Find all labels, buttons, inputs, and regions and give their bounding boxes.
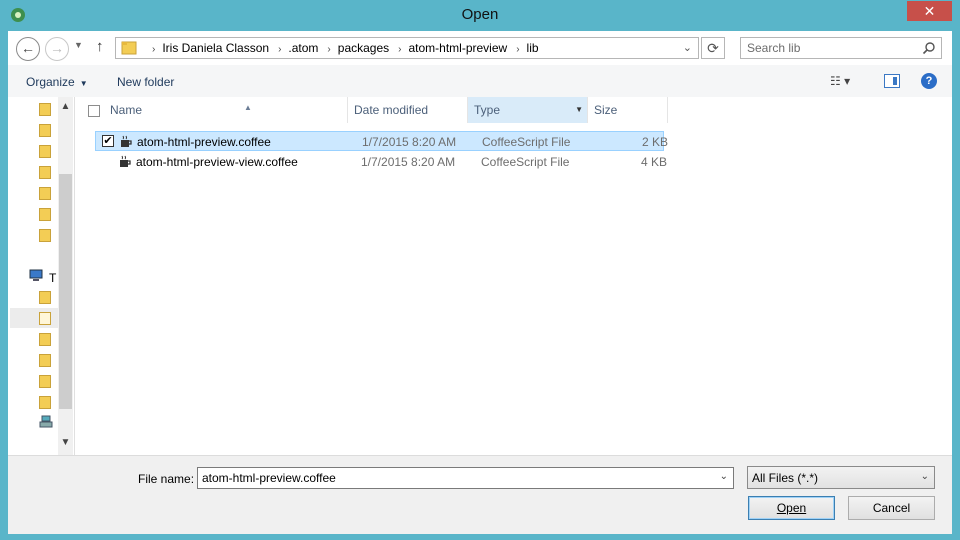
- forward-icon: →: [50, 40, 64, 56]
- help-icon[interactable]: ?: [921, 73, 937, 89]
- folder-icon[interactable]: [39, 187, 51, 200]
- file-row[interactable]: atom-html-preview-view.coffee 1/7/2015 8…: [95, 152, 667, 172]
- folder-icon[interactable]: [39, 229, 51, 242]
- cancel-button[interactable]: Cancel: [848, 496, 935, 520]
- change-view-button[interactable]: ☷ ▾: [830, 74, 850, 88]
- nav-item-label[interactable]: T: [49, 271, 56, 285]
- row-checkbox[interactable]: ✔: [102, 135, 114, 147]
- column-date-modified[interactable]: Date modified: [348, 97, 468, 123]
- breadcrumb-separator[interactable]: ›: [516, 44, 519, 55]
- window-title: Open: [461, 6, 499, 23]
- address-history-dropdown[interactable]: ⌄: [683, 41, 692, 54]
- navigation-pane: T ▲ ▼: [8, 97, 75, 455]
- scroll-thumb[interactable]: [59, 174, 72, 409]
- breadcrumb-item[interactable]: atom-html-preview: [408, 41, 507, 55]
- file-date: 1/7/2015 8:20 AM: [361, 155, 456, 169]
- breadcrumb-separator[interactable]: ›: [398, 44, 401, 55]
- chevron-down-icon: ⌄: [920, 471, 929, 482]
- pictures-folder-icon[interactable]: [39, 375, 51, 388]
- videos-folder-icon[interactable]: [39, 396, 51, 409]
- documents-folder-icon[interactable]: [39, 312, 51, 325]
- file-size: 2 KB: [641, 135, 668, 149]
- column-type-label: Type: [474, 103, 501, 117]
- folder-icon[interactable]: [39, 103, 51, 116]
- computer-icon[interactable]: [29, 269, 43, 282]
- breadcrumb: › Iris Daniela Classon › .atom › packages › ato…: [143, 41, 539, 55]
- breadcrumb-item[interactable]: Iris Daniela Classon: [162, 41, 269, 55]
- new-folder-button[interactable]: New folder: [117, 75, 174, 89]
- search-input[interactable]: [741, 38, 917, 58]
- address-row: ← → ▼ ↑ › Iris Daniela Classon › .atom › pack…: [8, 31, 952, 65]
- file-name: atom-html-preview.coffee: [137, 135, 271, 149]
- breadcrumb-separator[interactable]: ›: [278, 44, 281, 55]
- title-bar: Open ✕: [0, 0, 960, 30]
- desktop-folder-icon[interactable]: [39, 291, 51, 304]
- breadcrumb-item[interactable]: packages: [338, 41, 389, 55]
- nav-scrollbar[interactable]: ▲ ▼: [58, 97, 73, 455]
- search-box[interactable]: [740, 37, 942, 59]
- folder-icon[interactable]: [39, 145, 51, 158]
- coffee-file-icon: [121, 135, 132, 147]
- scroll-up-icon[interactable]: ▲: [58, 101, 73, 112]
- folder-icon: [121, 41, 137, 55]
- refresh-button[interactable]: ⟳: [701, 37, 725, 59]
- breadcrumb-separator: ›: [152, 44, 156, 55]
- file-name: atom-html-preview-view.coffee: [136, 155, 298, 169]
- recent-locations-button[interactable]: ▼: [74, 40, 83, 50]
- view-icon: ☷ ▾: [830, 74, 851, 88]
- file-type-filter[interactable]: All Files (*.*) ⌄: [747, 466, 935, 489]
- chevron-down-icon: ▼: [79, 79, 88, 88]
- column-name[interactable]: Name ▲: [104, 97, 348, 123]
- open-button[interactable]: Open: [748, 496, 835, 520]
- breadcrumb-item[interactable]: lib: [527, 41, 539, 55]
- forward-button[interactable]: →: [45, 37, 69, 61]
- dialog-body: ← → ▼ ↑ › Iris Daniela Classon › .atom › pack…: [8, 31, 952, 534]
- file-size: 4 KB: [640, 155, 667, 169]
- organize-label: Organize: [26, 75, 75, 89]
- sort-ascending-icon: ▲: [244, 103, 252, 112]
- select-all-checkbox[interactable]: [88, 105, 100, 117]
- breadcrumb-separator[interactable]: ›: [327, 44, 330, 55]
- file-name-combobox[interactable]: ⌄: [197, 467, 734, 489]
- drive-icon[interactable]: [39, 415, 53, 429]
- folder-icon[interactable]: [39, 124, 51, 137]
- column-filter-icon[interactable]: ▼: [575, 97, 583, 123]
- file-name-input[interactable]: [198, 468, 712, 488]
- nav-selected-highlight: [10, 308, 60, 328]
- file-name-label: File name:: [138, 472, 195, 486]
- preview-pane-icon[interactable]: [884, 74, 900, 88]
- file-row[interactable]: ✔ atom-html-preview.coffee 1/7/2015 8:20…: [95, 131, 668, 151]
- chevron-down-icon[interactable]: ⌄: [720, 471, 728, 482]
- back-button[interactable]: ←: [16, 37, 40, 61]
- file-type: CoffeeScript File: [481, 155, 570, 169]
- organize-menu[interactable]: Organize ▼: [26, 75, 88, 89]
- scroll-down-icon[interactable]: ▼: [58, 437, 73, 448]
- downloads-folder-icon[interactable]: [39, 333, 51, 346]
- search-icon[interactable]: [922, 41, 936, 55]
- up-icon: ↑: [96, 38, 104, 55]
- coffee-file-icon: [120, 155, 131, 167]
- file-type: CoffeeScript File: [482, 135, 571, 149]
- command-bar: Organize ▼ New folder ☷ ▾ ?: [8, 65, 952, 98]
- file-date: 1/7/2015 8:20 AM: [362, 135, 457, 149]
- music-folder-icon[interactable]: [39, 354, 51, 367]
- column-size[interactable]: Size: [588, 97, 668, 123]
- address-bar[interactable]: › Iris Daniela Classon › .atom › packages › ato…: [115, 37, 699, 59]
- column-type[interactable]: Type ▼: [468, 97, 588, 123]
- breadcrumb-item[interactable]: .atom: [288, 41, 318, 55]
- file-list: Name ▲ Date modified Type ▼ Size ✔ atom-ht…: [75, 97, 952, 455]
- up-button[interactable]: ↑: [96, 38, 104, 55]
- column-header: Name ▲ Date modified Type ▼ Size: [75, 97, 952, 123]
- file-type-filter-value: All Files (*.*): [752, 471, 819, 485]
- folder-icon[interactable]: [39, 166, 51, 179]
- back-icon: ←: [21, 40, 35, 56]
- close-button[interactable]: ✕: [907, 1, 952, 21]
- column-name-label: Name: [110, 103, 143, 117]
- refresh-icon: ⟳: [707, 40, 719, 56]
- folder-icon[interactable]: [39, 208, 51, 221]
- dialog-footer: File name: ⌄ All Files (*.*) ⌄ Open Canc…: [8, 455, 952, 534]
